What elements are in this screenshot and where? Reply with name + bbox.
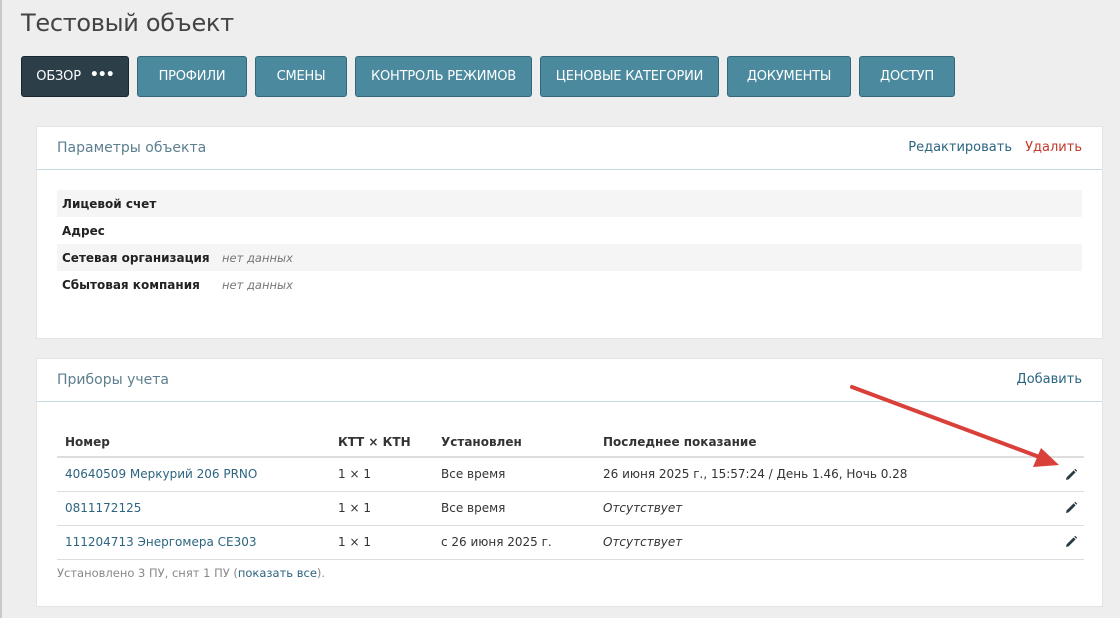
meters-table: Номер КТТ × КТН Установлен Последнее пок… [57,427,1084,560]
delete-link[interactable]: Удалить [1025,140,1082,155]
tab-label: Документы [746,69,832,84]
summary-text: ). [316,566,326,580]
tab-shifts[interactable]: Смены [255,56,347,97]
meter-installed: с 26 июня 2025 г. [433,525,595,560]
meter-ratio: 1 × 1 [330,525,433,560]
meter-ratio: 1 × 1 [330,457,433,492]
show-all-link[interactable]: показать все [238,566,317,580]
param-label: Адрес [62,223,105,238]
column-header-actions [1035,427,1084,458]
meter-installed: Все время [433,491,595,526]
tab-documents[interactable]: Документы [727,56,851,97]
param-label: Лицевой счет [62,196,157,211]
param-value: нет данных [222,277,293,292]
param-value: нет данных [222,250,293,265]
pencil-icon[interactable] [1064,468,1078,482]
tab-price-categories[interactable]: Ценовые категории [540,56,719,97]
panel-header: Приборы учета Добавить [37,359,1102,402]
param-row: Сбытовая компания нет данных [57,271,1082,298]
row-actions [1035,525,1084,560]
param-label: Сетевая организация [62,250,210,265]
meter-last-reading: 26 июня 2025 г., 15:57:24 / День 1.46, Н… [595,457,1035,492]
meter-number-link[interactable]: 0811172125 [57,491,330,526]
meter-last-reading: Отсутствует [595,525,1035,560]
param-row: Адрес [57,217,1082,244]
tab-label: Ценовые категории [555,69,704,84]
tab-label: Смены [276,69,326,84]
meters-summary: Установлено 3 ПУ, снят 1 ПУ (показать вс… [57,566,325,580]
tab-label: Обзор [36,69,81,84]
meters-panel: Приборы учета Добавить Номер КТТ × КТН У… [36,358,1103,607]
column-header-number: Номер [57,427,330,458]
meter-number-link[interactable]: 111204713 Энергомера CE303 [57,525,330,560]
meter-number-link[interactable]: 40640509 Меркурий 206 PRNO [57,457,330,492]
panel-actions: Редактировать Удалить [908,140,1082,155]
ellipsis-icon[interactable]: ••• [90,67,115,83]
pencil-icon[interactable] [1064,535,1078,549]
edit-link[interactable]: Редактировать [908,140,1012,155]
meter-installed: Все время [433,457,595,492]
table-row: 40640509 Меркурий 206 PRNO 1 × 1 Все вре… [57,457,1084,492]
tab-label: Контроль режимов [370,69,517,84]
panel-header: Параметры объекта Редактировать Удалить [37,127,1102,170]
tab-overview[interactable]: Обзор ••• [21,56,129,97]
column-header-last-reading: Последнее показание [595,427,1035,458]
tab-access[interactable]: Доступ [859,56,955,97]
meter-last-reading: Отсутствует [595,491,1035,526]
pencil-icon[interactable] [1064,501,1078,515]
panel-actions: Добавить [1017,372,1082,387]
tab-label: Профили [158,69,226,84]
param-row: Лицевой счет [57,190,1082,217]
page-title: Тестовый объект [21,9,234,37]
window-left-edge [0,0,2,618]
tab-mode-control[interactable]: Контроль режимов [355,56,532,97]
tab-profiles[interactable]: Профили [137,56,247,97]
param-label: Сбытовая компания [62,277,200,292]
row-actions [1035,457,1084,492]
meter-ratio: 1 × 1 [330,491,433,526]
add-meter-link[interactable]: Добавить [1017,372,1082,387]
row-actions [1035,491,1084,526]
panel-title: Параметры объекта [57,140,207,156]
column-header-installed: Установлен [433,427,595,458]
table-header-row: Номер КТТ × КТН Установлен Последнее пок… [57,427,1084,458]
param-row: Сетевая организация нет данных [57,244,1082,271]
table-row: 111204713 Энергомера CE303 1 × 1 с 26 ию… [57,525,1084,560]
panel-title: Приборы учета [57,372,170,388]
tab-label: Доступ [880,69,934,84]
table-row: 0811172125 1 × 1 Все время Отсутствует [57,491,1084,526]
object-params-panel: Параметры объекта Редактировать Удалить … [36,126,1103,339]
summary-text: Установлено 3 ПУ, снят 1 ПУ ( [57,566,238,580]
column-header-ratio: КТТ × КТН [330,427,433,458]
params-list: Лицевой счет Адрес Сетевая организация н… [37,170,1102,298]
